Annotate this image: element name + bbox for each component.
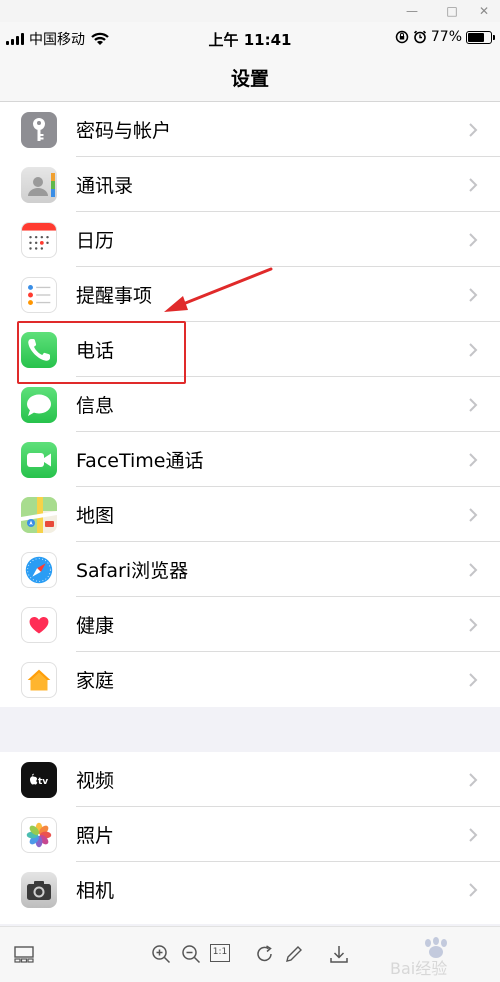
chevron-right-icon (469, 562, 478, 577)
svg-text:tv: tv (38, 777, 48, 787)
zoom-out-icon[interactable] (180, 943, 202, 965)
key-icon (21, 111, 57, 148)
health-icon (21, 606, 57, 643)
settings-group-media: tv 视频 照片 相机 (0, 752, 500, 924)
chevron-right-icon (469, 122, 478, 137)
actual-size-button[interactable]: 1:1 (210, 944, 230, 962)
battery-icon (466, 30, 495, 44)
orientation-lock-icon (395, 30, 409, 44)
close-icon[interactable]: ✕ (476, 3, 492, 19)
chevron-right-icon (469, 507, 478, 522)
alarm-icon (413, 30, 426, 44)
home-icon (21, 661, 57, 698)
settings-row-camera[interactable]: 相机 (0, 862, 500, 917)
settings-row-passwords-accounts[interactable]: 密码与帐户 (0, 102, 500, 157)
thumbnail-icon[interactable] (13, 943, 35, 965)
row-label: 地图 (76, 505, 115, 527)
chevron-right-icon (469, 342, 478, 357)
row-label: Safari浏览器 (76, 560, 189, 582)
chevron-right-icon (469, 452, 478, 467)
row-label: 日历 (76, 230, 115, 252)
download-icon[interactable] (328, 943, 350, 965)
maps-icon (21, 496, 57, 533)
maximize-icon[interactable]: □ (444, 3, 460, 19)
row-label: 照片 (76, 825, 115, 847)
calendar-icon (21, 221, 57, 258)
settings-group-apps: 密码与帐户 通讯录 日历 提醒事项 电话 信息 FaceTime通话 地图 Sa… (0, 102, 500, 707)
navigation-bar: 设置 (0, 56, 500, 102)
chevron-right-icon (469, 827, 478, 842)
annotation-arrow-icon (164, 267, 273, 312)
row-label: 家庭 (76, 670, 115, 692)
chevron-right-icon (469, 397, 478, 412)
chevron-right-icon (469, 772, 478, 787)
messages-icon (21, 386, 57, 423)
chevron-right-icon (469, 232, 478, 247)
page-title: 设置 (230, 68, 269, 90)
chevron-right-icon (469, 287, 478, 302)
camera-icon (21, 871, 57, 908)
chevron-right-icon (469, 882, 478, 897)
settings-row-messages[interactable]: 信息 (0, 377, 500, 432)
highlight-box (17, 321, 186, 384)
row-label: 相机 (76, 880, 115, 902)
battery-percent: 77% (430, 29, 462, 45)
baidu-watermark: Bai经验 (390, 937, 472, 978)
settings-row-calendar[interactable]: 日历 (0, 212, 500, 267)
viewer-toolbar: 1:1 Bai经验 (0, 926, 500, 982)
row-label: 健康 (76, 615, 115, 637)
photos-icon (21, 816, 57, 853)
settings-row-tv[interactable]: tv 视频 (0, 752, 500, 807)
minimize-icon[interactable]: — (404, 3, 420, 19)
settings-row-facetime[interactable]: FaceTime通话 (0, 432, 500, 487)
safari-icon (21, 551, 57, 588)
settings-row-maps[interactable]: 地图 (0, 487, 500, 542)
settings-row-home[interactable]: 家庭 (0, 652, 500, 707)
zoom-in-icon[interactable] (150, 943, 172, 965)
chevron-right-icon (469, 177, 478, 192)
settings-row-health[interactable]: 健康 (0, 597, 500, 652)
facetime-icon (21, 441, 57, 478)
row-label: 通讯录 (76, 175, 134, 197)
settings-row-safari[interactable]: Safari浏览器 (0, 542, 500, 597)
reminders-icon (21, 276, 57, 313)
watermark-text: Bai经验 (390, 959, 448, 978)
rotate-icon[interactable] (254, 943, 276, 965)
chevron-right-icon (469, 617, 478, 632)
image-viewer: — □ ✕ 中国移动 上午 11:41 77% 设置 密码与帐户 通讯录 日历 … (0, 0, 500, 982)
settings-row-photos[interactable]: 照片 (0, 807, 500, 862)
edit-pencil-icon[interactable] (283, 943, 305, 965)
settings-row-contacts[interactable]: 通讯录 (0, 157, 500, 212)
window-title-bar: — □ ✕ (0, 0, 500, 22)
status-bar: 中国移动 上午 11:41 77% (0, 22, 500, 56)
chevron-right-icon (469, 672, 478, 687)
contacts-icon (21, 166, 57, 203)
row-label: 提醒事项 (76, 285, 153, 307)
row-label: FaceTime通话 (76, 450, 204, 472)
row-label: 信息 (76, 395, 115, 417)
row-label: 视频 (76, 770, 115, 792)
appletv-icon: tv (21, 761, 57, 798)
row-label: 密码与帐户 (76, 120, 172, 142)
